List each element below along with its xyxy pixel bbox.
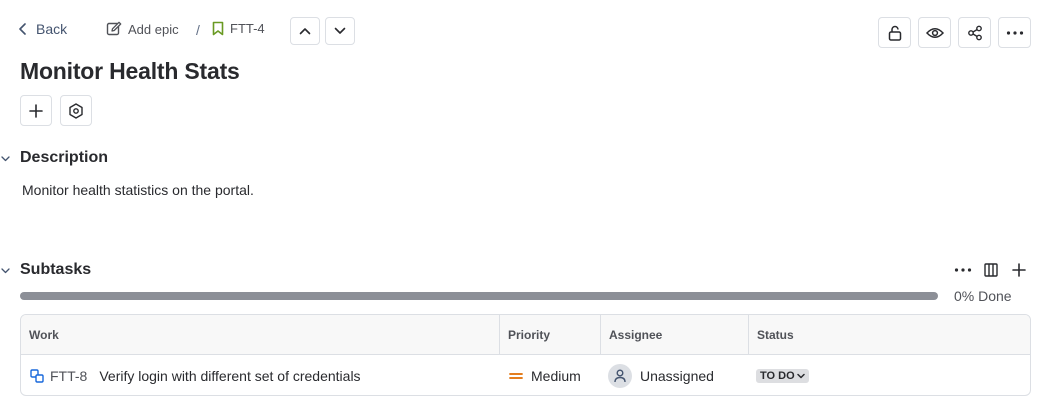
chevron-down-icon <box>0 156 10 162</box>
restrictions-button[interactable] <box>878 17 911 48</box>
issue-key-label: FTT-4 <box>230 21 265 36</box>
top-bar: Back Add epic / FTT-4 <box>0 0 1040 62</box>
description-heading: Description <box>20 149 109 166</box>
description-text[interactable]: Monitor health statistics on the portal. <box>22 182 254 198</box>
priority-medium-icon <box>509 372 523 379</box>
priority-label: Medium <box>531 367 581 384</box>
pencil-icon <box>106 21 122 36</box>
previous-issue-button[interactable] <box>290 17 320 45</box>
page-title[interactable]: Monitor Health Stats <box>20 58 240 85</box>
column-header-priority[interactable]: Priority <box>499 315 600 355</box>
more-icon <box>1006 30 1023 35</box>
priority-cell[interactable]: Medium <box>509 355 581 395</box>
avatar <box>608 363 632 388</box>
status-cell: TO DO <box>756 355 809 395</box>
status-label: TO DO <box>760 369 795 382</box>
columns-button[interactable] <box>981 260 1001 280</box>
eye-icon <box>925 27 944 38</box>
column-header-work[interactable]: Work <box>21 315 499 355</box>
description-collapse-toggle[interactable] <box>0 154 10 164</box>
subtasks-heading: Subtasks <box>20 261 92 278</box>
progress-label: 0% Done <box>954 288 1012 304</box>
status-dropdown[interactable]: TO DO <box>756 368 809 383</box>
apps-button[interactable] <box>60 95 92 126</box>
more-actions-button[interactable] <box>998 17 1031 48</box>
lock-icon <box>888 25 901 41</box>
plus-icon <box>1012 263 1026 277</box>
chevron-down-icon <box>0 268 10 274</box>
more-icon <box>954 268 972 272</box>
share-icon <box>967 25 982 40</box>
table-row[interactable]: FTT-8 Verify login with different set of… <box>21 355 1030 395</box>
add-epic-label: Add epic <box>128 21 179 37</box>
add-subtask-button[interactable] <box>1009 260 1029 280</box>
assignee-label: Unassigned <box>640 367 714 384</box>
subtask-key[interactable]: FTT-8 <box>50 368 87 384</box>
breadcrumb-separator: / <box>196 22 200 38</box>
assignee-cell[interactable]: Unassigned <box>608 355 714 395</box>
column-header-status[interactable]: Status <box>748 315 1030 355</box>
column-header-assignee[interactable]: Assignee <box>600 315 748 355</box>
chevron-left-icon <box>19 23 26 35</box>
subtask-summary[interactable]: Verify login with different set of crede… <box>99 368 360 384</box>
back-label: Back <box>36 21 68 37</box>
hexagon-settings-icon <box>69 102 83 119</box>
subtasks-collapse-toggle[interactable] <box>0 266 10 276</box>
subtasks-table: Work Priority Assignee Status FTT-8 Veri… <box>20 314 1031 396</box>
share-button[interactable] <box>958 17 991 48</box>
subtask-icon <box>30 368 44 383</box>
plus-icon <box>29 103 43 118</box>
work-cell: FTT-8 Verify login with different set of… <box>30 355 361 395</box>
chevron-down-icon <box>796 373 805 378</box>
bookmark-icon <box>212 21 224 36</box>
add-epic-button[interactable]: Add epic <box>106 21 179 37</box>
table-header: Work Priority Assignee Status <box>21 315 1030 355</box>
subtasks-progress-bar <box>20 292 938 300</box>
columns-icon <box>984 263 998 277</box>
chevron-down-icon <box>334 27 346 34</box>
person-icon <box>614 369 626 382</box>
watch-button[interactable] <box>918 17 951 48</box>
add-button[interactable] <box>20 95 52 126</box>
next-issue-button[interactable] <box>325 17 355 45</box>
back-button[interactable]: Back <box>18 21 67 37</box>
breadcrumb-issue-key[interactable]: FTT-4 <box>212 21 265 36</box>
subtasks-more-button[interactable] <box>953 260 973 280</box>
chevron-up-icon <box>299 28 311 35</box>
